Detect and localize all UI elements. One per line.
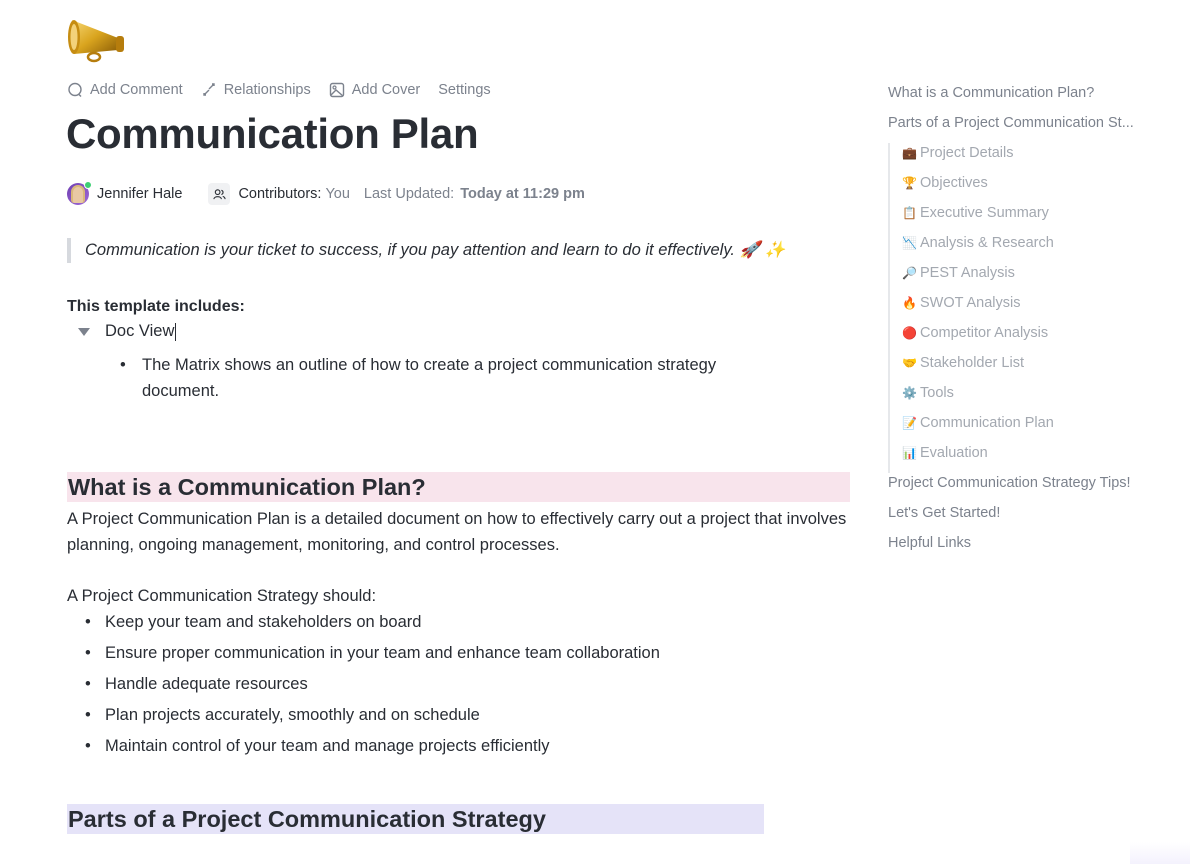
- toc-item-project-details[interactable]: 💼 Project Details: [902, 143, 1178, 173]
- what-paragraph[interactable]: A Project Communication Plan is a detail…: [67, 506, 857, 558]
- list-item[interactable]: Keep your team and stakeholders on board: [85, 608, 660, 639]
- megaphone-icon[interactable]: [66, 10, 128, 64]
- fire-icon: 🔥: [902, 296, 917, 310]
- handshake-icon: 🤝: [902, 356, 917, 370]
- avatar[interactable]: [67, 181, 92, 205]
- last-updated-label: Last Updated:: [363, 186, 455, 202]
- toc-label: Tools: [920, 385, 954, 401]
- author-name[interactable]: Jennifer Hale: [97, 186, 182, 202]
- toc-label: PEST Analysis: [920, 265, 1015, 281]
- relationships-icon: [202, 83, 215, 96]
- toc-item-what-is[interactable]: What is a Communication Plan?: [888, 83, 1178, 113]
- table-of-contents: What is a Communication Plan? Parts of a…: [888, 83, 1178, 563]
- toc-item-tips[interactable]: Project Communication Strategy Tips!: [888, 473, 1178, 503]
- gear-icon: ⚙️: [902, 386, 917, 400]
- doc-meta-row: Jennifer Hale Contributors: You Last Upd…: [67, 181, 585, 206]
- list-item[interactable]: The Matrix shows an outline of how to cr…: [120, 352, 780, 404]
- toc-item-stakeholder-list[interactable]: 🤝 Stakeholder List: [902, 353, 1178, 383]
- includes-heading[interactable]: This template includes:: [67, 298, 245, 316]
- toc-label: SWOT Analysis: [920, 295, 1021, 311]
- toggle-doc-view[interactable]: Doc View: [78, 322, 177, 341]
- toc-item-evaluation[interactable]: 📊 Evaluation: [902, 443, 1178, 473]
- contributors-value[interactable]: You: [325, 186, 349, 202]
- should-intro[interactable]: A Project Communication Strategy should:: [67, 583, 376, 609]
- relationships-button[interactable]: Relationships: [201, 82, 311, 98]
- magnifier-icon: 🔎: [902, 266, 917, 280]
- should-list: Keep your team and stakeholders on board…: [85, 608, 660, 763]
- avatar-face: [73, 187, 83, 203]
- toc-item-get-started[interactable]: Let's Get Started!: [888, 503, 1178, 533]
- heading-what-is-communication-plan[interactable]: What is a Communication Plan?: [67, 472, 850, 502]
- add-comment-button[interactable]: Add Comment: [67, 82, 183, 98]
- add-cover-label: Add Cover: [351, 82, 421, 98]
- toc-label: Stakeholder List: [920, 355, 1024, 371]
- toc-label: Project Details: [920, 145, 1014, 161]
- toc-item-helpful-links[interactable]: Helpful Links: [888, 533, 1178, 563]
- caret-down-icon[interactable]: [78, 327, 90, 336]
- toc-label: Communication Plan: [920, 415, 1054, 431]
- toc-item-analysis-research[interactable]: 📉 Analysis & Research: [902, 233, 1178, 263]
- doc-actions-bar: Add Comment Relationships Add Cover Sett…: [67, 82, 491, 98]
- contributors-label: Contributors:: [238, 186, 322, 202]
- toc-label: Evaluation: [920, 445, 988, 461]
- toc-item-pest-analysis[interactable]: 🔎 PEST Analysis: [902, 263, 1178, 293]
- toc-item-competitor-analysis[interactable]: 🔴 Competitor Analysis: [902, 323, 1178, 353]
- settings-label: Settings: [438, 82, 491, 98]
- online-status-icon: [84, 181, 92, 189]
- image-icon: [329, 82, 344, 98]
- briefcase-icon: 💼: [902, 146, 917, 160]
- chart-decreasing-icon: 📉: [902, 236, 917, 250]
- list-item[interactable]: Plan projects accurately, smoothly and o…: [85, 701, 660, 732]
- bar-chart-icon: 📊: [902, 446, 917, 460]
- toc-label: Objectives: [920, 175, 988, 191]
- relationships-label: Relationships: [223, 82, 311, 98]
- last-updated-value: Today at 11:29 pm: [460, 186, 585, 202]
- list-item[interactable]: Maintain control of your team and manage…: [85, 732, 660, 763]
- toggle-label[interactable]: Doc View: [105, 322, 174, 341]
- memo-icon: 📝: [902, 416, 917, 430]
- toc-subsection: 💼 Project Details 🏆 Objectives 📋 Executive …: [888, 143, 1178, 473]
- blockquote[interactable]: Communication is your ticket to success,…: [67, 238, 785, 263]
- list-item[interactable]: Ensure proper communication in your team…: [85, 639, 660, 670]
- list-item[interactable]: Handle adequate resources: [85, 670, 660, 701]
- toc-item-communication-plan[interactable]: 📝 Communication Plan: [902, 413, 1178, 443]
- contributors-icon[interactable]: [208, 183, 231, 205]
- add-cover-button[interactable]: Add Cover: [329, 82, 421, 98]
- toc-item-objectives[interactable]: 🏆 Objectives: [902, 173, 1178, 203]
- trophy-icon: 🏆: [902, 176, 917, 190]
- text-cursor: [175, 322, 177, 341]
- toc-item-swot-analysis[interactable]: 🔥 SWOT Analysis: [902, 293, 1178, 323]
- comment-icon: [68, 82, 82, 97]
- page-title[interactable]: Communication Plan: [66, 110, 479, 158]
- toc-label: Executive Summary: [920, 205, 1049, 221]
- toc-label: Analysis & Research: [920, 235, 1054, 251]
- toc-item-tools[interactable]: ⚙️ Tools: [902, 383, 1178, 413]
- heading-parts-of-strategy[interactable]: Parts of a Project Communication Strateg…: [67, 804, 764, 834]
- toc-item-parts[interactable]: Parts of a Project Communication St...: [888, 113, 1178, 143]
- toc-item-executive-summary[interactable]: 📋 Executive Summary: [902, 203, 1178, 233]
- settings-button[interactable]: Settings: [438, 82, 490, 98]
- clipboard-icon: 📋: [902, 206, 917, 220]
- toc-label: Competitor Analysis: [920, 325, 1049, 341]
- corner-shadow: [1130, 842, 1190, 864]
- add-comment-label: Add Comment: [90, 82, 183, 98]
- red-circle-icon: 🔴: [902, 326, 917, 340]
